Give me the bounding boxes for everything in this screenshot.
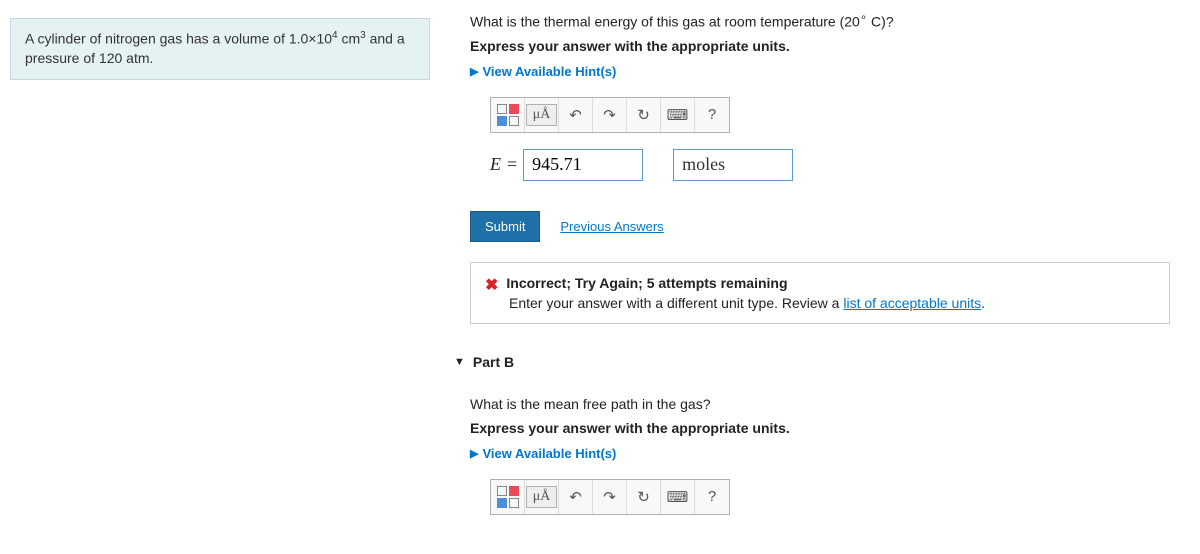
part-a-instruction: Express your answer with the appropriate… — [470, 38, 1170, 54]
caret-right-icon: ▶ — [470, 65, 478, 78]
part-a-question: What is the thermal energy of this gas a… — [470, 10, 1170, 30]
equals-label: = — [507, 154, 517, 175]
feedback-body-pre: Enter your answer with a different unit … — [509, 295, 843, 311]
value-input[interactable] — [523, 149, 643, 181]
part-b-question: What is the mean free path in the gas? — [470, 396, 1170, 412]
problem-unit: cm — [338, 31, 361, 47]
view-hints-toggle[interactable]: ▶ View Available Hint(s) — [470, 64, 1170, 79]
answer-row: E = — [490, 149, 1170, 181]
submit-button[interactable]: Submit — [470, 211, 540, 242]
caret-down-icon: ▼ — [454, 356, 465, 368]
caret-right-icon: ▶ — [470, 447, 478, 460]
feedback-title: Incorrect; Try Again; 5 attempts remaini… — [506, 275, 787, 295]
help-icon[interactable]: ? — [695, 480, 729, 514]
template-picker-icon[interactable] — [491, 98, 525, 132]
units-button[interactable]: μÅ — [525, 480, 559, 514]
undo-icon[interactable]: ↶ — [559, 480, 593, 514]
part-b-label: Part B — [473, 354, 514, 370]
problem-text-1: A cylinder of nitrogen gas has a volume … — [25, 31, 332, 47]
part-b-toggle[interactable]: ▼ Part B — [454, 354, 1170, 370]
undo-icon[interactable]: ↶ — [559, 98, 593, 132]
reset-icon[interactable]: ↻ — [627, 98, 661, 132]
answer-toolbar-b: μÅ ↶ ↷ ↻ ⌨ ? — [490, 479, 730, 515]
help-icon[interactable]: ? — [695, 98, 729, 132]
answer-toolbar: μÅ ↶ ↷ ↻ ⌨ ? — [490, 97, 730, 133]
reset-icon[interactable]: ↻ — [627, 480, 661, 514]
error-icon: ✖ — [485, 275, 498, 295]
hint-label-b: View Available Hint(s) — [482, 446, 616, 461]
feedback-body-post: . — [981, 295, 985, 311]
view-hints-toggle-b[interactable]: ▶ View Available Hint(s) — [470, 446, 1170, 461]
feedback-box: ✖ Incorrect; Try Again; 5 attempts remai… — [470, 262, 1170, 324]
units-button[interactable]: μÅ — [525, 98, 559, 132]
redo-icon[interactable]: ↷ — [593, 98, 627, 132]
keyboard-icon[interactable]: ⌨ — [661, 98, 695, 132]
variable-label: E — [490, 154, 501, 175]
unit-input[interactable] — [673, 149, 793, 181]
previous-answers-link[interactable]: Previous Answers — [560, 219, 663, 234]
acceptable-units-link[interactable]: list of acceptable units — [843, 295, 981, 311]
part-b-instruction: Express your answer with the appropriate… — [470, 420, 1170, 436]
hint-label: View Available Hint(s) — [482, 64, 616, 79]
template-picker-icon[interactable] — [491, 480, 525, 514]
keyboard-icon[interactable]: ⌨ — [661, 480, 695, 514]
problem-statement: A cylinder of nitrogen gas has a volume … — [10, 18, 430, 80]
redo-icon[interactable]: ↷ — [593, 480, 627, 514]
